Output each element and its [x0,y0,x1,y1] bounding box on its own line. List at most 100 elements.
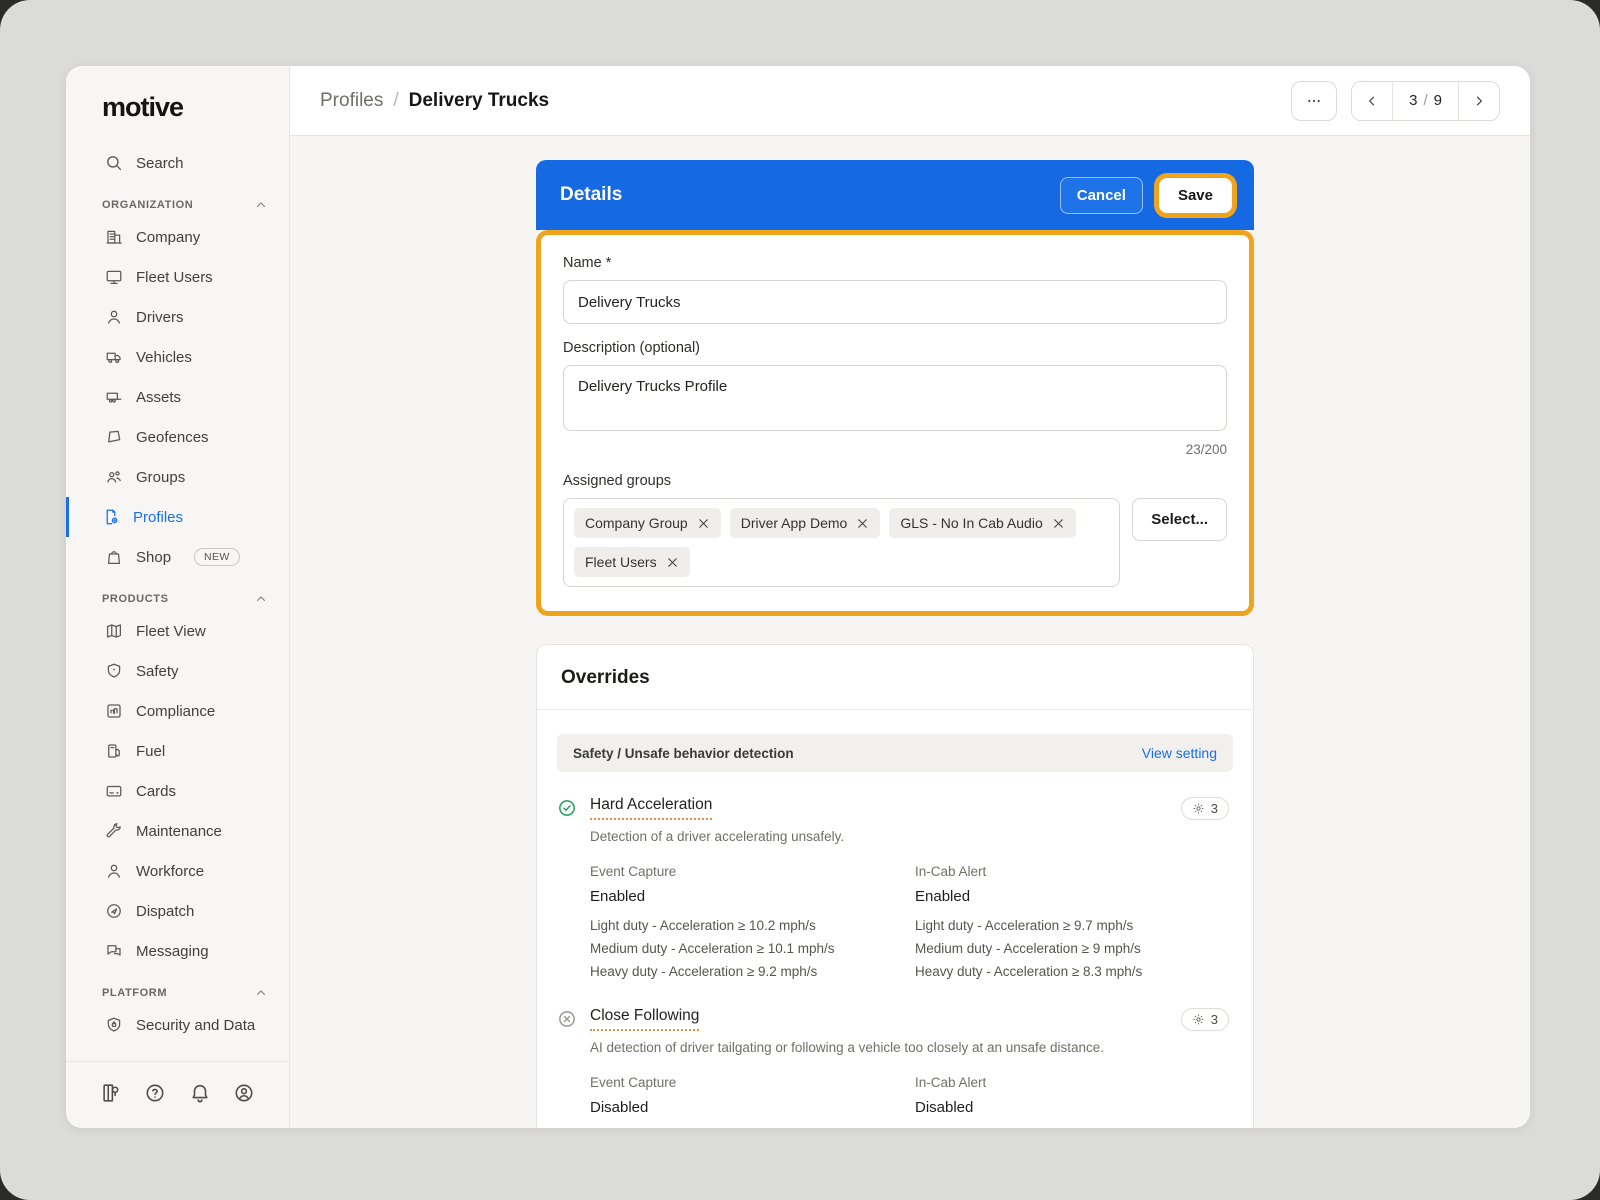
more-options-button[interactable] [1291,80,1338,121]
sidebar-item-fleet-users[interactable]: Fleet Users [66,257,289,297]
section-label: PRODUCTS [102,593,169,605]
cancel-button[interactable]: Cancel [1059,176,1143,214]
group-chip: Driver App Demo [729,508,881,538]
sidebar-item-groups[interactable]: Groups [66,457,289,497]
breadcrumb-parent[interactable]: Profiles [320,90,383,112]
override-setting-hard-acceleration: Hard Acceleration 3 Detection of a drive… [537,772,1253,983]
setting-name-link[interactable]: Hard Acceleration [590,796,713,820]
sidebar-item-label: Messaging [136,942,209,960]
help-icon[interactable] [144,1082,166,1104]
column-state: Disabled [590,1099,649,1116]
sidebar-item-geofences[interactable]: Geofences [66,417,289,457]
next-record-button[interactable] [1459,81,1499,120]
select-groups-button[interactable]: Select... [1132,498,1227,541]
account-icon[interactable] [233,1082,255,1104]
setting-description: AI detection of driver tailgating or fol… [590,1040,1105,1055]
sidebar-item-workforce[interactable]: Workforce [66,851,289,891]
sidebar-item-fleet-view[interactable]: Fleet View [66,611,289,651]
sidebar-item-fuel[interactable]: Fuel [66,731,289,771]
setting-count: 3 [1210,800,1218,816]
section-label: PLATFORM [102,987,168,999]
page-content: Details Cancel Save Name * Description (… [290,136,1530,1128]
monitor-icon [105,268,123,286]
sidebar-item-cards[interactable]: Cards [66,771,289,811]
person-icon [105,862,123,880]
setting-name-link[interactable]: Close Following [590,1007,700,1031]
sidebar-footer [66,1061,289,1128]
credit-card-icon [105,782,123,800]
sidebar-item-messaging[interactable]: Messaging [66,931,289,971]
sidebar-item-label: Fuel [136,742,166,760]
setting-count: 3 [1210,1011,1218,1027]
sidebar-item-label: Dispatch [136,902,195,920]
notifications-icon[interactable] [189,1082,211,1104]
sidebar-item-maintenance[interactable]: Maintenance [66,811,289,851]
group-chip: GLS - No In Cab Audio [889,508,1076,538]
shield-icon [105,662,123,680]
sidebar-item-assets[interactable]: Assets [66,377,289,417]
sidebar-item-vehicles[interactable]: Vehicles [66,337,289,377]
sidebar-item-compliance[interactable]: Compliance [66,691,289,731]
collapse-chevron-icon[interactable] [255,987,267,999]
sidebar-item-dispatch[interactable]: Dispatch [66,891,289,931]
column-label: Event Capture [590,864,677,879]
group-chip-label: GLS - No In Cab Audio [900,515,1043,531]
chat-bubbles-icon [105,942,123,960]
group-chip-label: Driver App Demo [740,515,848,531]
sidebar-item-profiles[interactable]: Profiles [66,497,289,537]
assigned-groups-label: Assigned groups [563,473,672,489]
assigned-groups-field[interactable]: Company Group Driver App Demo GLS - No I… [563,498,1121,587]
name-input[interactable] [563,280,1227,324]
setting-count-badge[interactable]: 3 [1180,1007,1229,1031]
truck-icon [105,348,123,366]
overrides-title: Overrides [537,645,1253,710]
sidebar-item-label: Fleet View [136,622,206,640]
override-setting-close-following: Close Following 3 AI detection of driver… [537,983,1253,1125]
remove-group-icon[interactable] [666,556,679,569]
description-textarea[interactable]: Delivery Trucks Profile [563,365,1227,431]
remove-group-icon[interactable] [856,517,869,530]
sidebar-item-label: Fleet Users [136,268,213,286]
prev-record-button[interactable] [1352,81,1393,120]
sidebar-item-label: Geofences [136,428,209,446]
threshold-line: Heavy duty - Acceleration ≥ 9.2 mph/s [590,964,818,979]
sidebar-item-search[interactable]: Search [66,143,289,183]
setting-count-badge[interactable]: 3 [1180,796,1229,820]
collapse-chevron-icon[interactable] [255,199,267,211]
sidebar-item-label: Company [136,228,201,246]
wrench-icon [105,822,123,840]
group-chip: Fleet Users [574,547,690,577]
in-cab-alert-column: In-Cab Alert Disabled [915,1075,1229,1125]
save-button[interactable]: Save [1158,177,1232,213]
sidebar: motive Search ORGANIZATION Company Fleet… [66,66,290,1128]
main-area: Profiles / Delivery Trucks 3 / 9 Details… [290,66,1530,1128]
details-title: Details [560,184,623,205]
column-state: Disabled [915,1099,974,1116]
threshold-line: Heavy duty - Acceleration ≥ 8.3 mph/s [915,964,1143,979]
column-state: Enabled [915,888,971,905]
view-setting-link[interactable]: View setting [1142,745,1217,761]
group-chip: Company Group [574,508,721,538]
event-capture-column: Event Capture Disabled [590,1075,915,1125]
sidebar-item-label: Profiles [133,508,184,526]
resources-icon[interactable] [100,1082,122,1104]
remove-group-icon[interactable] [697,517,710,530]
column-state: Enabled [590,888,646,905]
sidebar-item-security-and-data[interactable]: Security and Data [66,1005,289,1045]
remove-group-icon[interactable] [1052,517,1065,530]
sidebar-item-label: Shop [136,548,172,566]
record-counter: 3 / 9 [1392,81,1459,120]
section-products: PRODUCTS [66,577,289,611]
sidebar-item-drivers[interactable]: Drivers [66,297,289,337]
column-label: In-Cab Alert [915,1075,987,1090]
threshold-line: Medium duty - Acceleration ≥ 9 mph/s [915,941,1141,956]
person-icon [105,308,123,326]
sidebar-item-label: Search [136,154,184,172]
sidebar-item-label: Vehicles [136,348,192,366]
sidebar-item-label: Workforce [136,862,205,880]
sidebar-item-safety[interactable]: Safety [66,651,289,691]
collapse-chevron-icon[interactable] [255,593,267,605]
shield-lock-icon [105,1016,123,1034]
sidebar-item-company[interactable]: Company [66,217,289,257]
sidebar-item-shop[interactable]: Shop NEW [66,537,289,577]
